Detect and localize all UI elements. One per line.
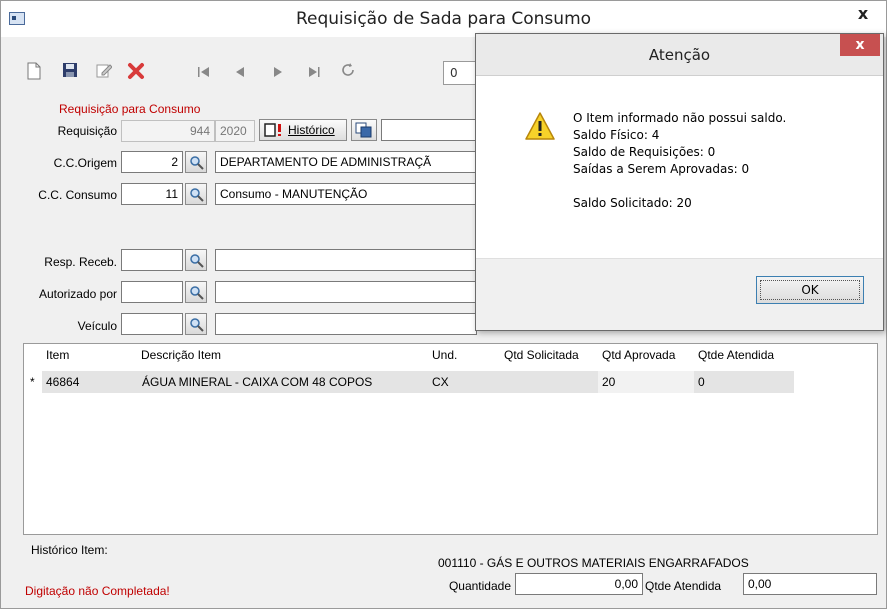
main-titlebar: Requisição de Sada para Consumo x <box>1 1 886 37</box>
search-icon[interactable] <box>185 183 207 205</box>
delete-icon[interactable] <box>125 62 147 84</box>
dialog-message: O Item informado não possui saldo. Saldo… <box>573 110 786 212</box>
column-header[interactable]: Item <box>46 348 69 362</box>
item-group-text: 001110 - GÁS E OUTROS MATERIAIS ENGARRAF… <box>438 556 749 570</box>
historico-button[interactable]: Histórico <box>259 119 347 141</box>
cell-qtd-aprovada[interactable]: 20 <box>598 371 694 393</box>
column-header[interactable]: Und. <box>432 348 457 362</box>
column-header[interactable]: Qtd Aprovada <box>602 348 675 362</box>
veiculo-label: Veículo <box>77 319 117 333</box>
resp-receb-name-field[interactable] <box>215 249 477 271</box>
window-title: Requisição de Sada para Consumo <box>295 9 592 29</box>
status-message: Digitação não Completada! <box>25 584 170 598</box>
table-row[interactable]: * 46864 ÁGUA MINERAL - CAIXA COM 48 COPO… <box>24 371 794 393</box>
veiculo-code-field[interactable] <box>121 313 183 335</box>
warning-dialog: Atenção x O Item informado não possui sa… <box>475 33 884 331</box>
dialog-title: Atenção <box>648 46 711 64</box>
search-icon[interactable] <box>185 249 207 271</box>
requisicao-number-field[interactable]: 944 <box>121 120 215 142</box>
requisicao-year-field[interactable]: 2020 <box>215 120 255 142</box>
ok-button[interactable]: OK <box>756 276 864 304</box>
resp-receb-code-field[interactable] <box>121 249 183 271</box>
column-header[interactable]: Descrição Item <box>141 348 221 362</box>
message-line: O Item informado não possui saldo. <box>573 111 787 125</box>
copy-icon <box>355 122 373 141</box>
save-icon[interactable] <box>59 62 81 84</box>
cell-item[interactable]: 46864 <box>42 371 138 393</box>
items-grid[interactable]: Item Descrição Item Und. Qtd Solicitada … <box>23 343 878 535</box>
autorizado-label: Autorizado por <box>38 287 117 301</box>
cell-qtd-solicitada[interactable] <box>502 371 598 393</box>
search-icon[interactable] <box>185 281 207 303</box>
cc-origem-label: C.C.Origem <box>53 156 117 170</box>
column-header[interactable]: Qtde Atendida <box>698 348 774 362</box>
dialog-titlebar[interactable]: Atenção x <box>476 34 883 76</box>
close-button[interactable]: x <box>846 3 880 25</box>
message-line: Saldo de Requisições: 0 <box>573 145 716 159</box>
requisicao-label: Requisição <box>57 124 117 138</box>
refresh-icon[interactable] <box>337 62 359 84</box>
autorizado-name-field[interactable] <box>215 281 477 303</box>
dialog-footer: OK <box>476 258 883 330</box>
qtde-atendida-field[interactable]: 0,00 <box>743 573 877 595</box>
cell-und[interactable]: CX <box>428 371 502 393</box>
search-icon[interactable] <box>185 313 207 335</box>
cell-qtde-atendida[interactable]: 0 <box>694 371 794 393</box>
cc-consumo-code-field[interactable]: 11 <box>121 183 183 205</box>
warning-icon <box>524 111 556 144</box>
cell-descricao[interactable]: ÁGUA MINERAL - CAIXA COM 48 COPOS <box>138 371 428 393</box>
veiculo-name-field[interactable] <box>215 313 477 335</box>
search-icon[interactable] <box>185 151 207 173</box>
historico-item-label: Histórico Item: <box>31 543 108 557</box>
quantidade-label: Quantidade <box>448 579 511 593</box>
dialog-close-button[interactable]: x <box>840 34 880 56</box>
message-line: Saldo Solicitado: 20 <box>573 196 692 210</box>
quantidade-field[interactable]: 0,00 <box>515 573 643 595</box>
column-header[interactable]: Qtd Solicitada <box>504 348 579 362</box>
new-file-icon[interactable] <box>23 62 45 84</box>
requisicao-extra-field[interactable] <box>381 119 477 141</box>
historico-label: Histórico <box>288 123 335 137</box>
qtde-atendida-label: Qtde Atendida <box>645 579 722 593</box>
cc-origem-code-field[interactable]: 2 <box>121 151 183 173</box>
cc-consumo-name-field[interactable]: Consumo - MANUTENÇÃO <box>215 183 477 205</box>
history-icon <box>264 123 284 140</box>
last-record-icon[interactable] <box>303 62 325 84</box>
cc-consumo-label: C.C. Consumo <box>38 188 117 202</box>
message-line: Saldo Físico: 4 <box>573 128 660 142</box>
toolbar: 0 <box>23 57 483 89</box>
cc-origem-name-field[interactable]: DEPARTAMENTO DE ADMINISTRAÇÃ <box>215 151 477 173</box>
first-record-icon[interactable] <box>193 62 215 84</box>
resp-receb-label: Resp. Receb. <box>44 255 117 269</box>
message-line <box>573 178 786 195</box>
copy-button[interactable] <box>351 119 377 141</box>
autorizado-code-field[interactable] <box>121 281 183 303</box>
section-title: Requisição para Consumo <box>59 102 201 116</box>
next-record-icon[interactable] <box>267 62 289 84</box>
message-line: Saídas a Serem Aprovadas: 0 <box>573 162 750 176</box>
edit-icon[interactable] <box>93 62 115 84</box>
previous-record-icon[interactable] <box>229 62 251 84</box>
